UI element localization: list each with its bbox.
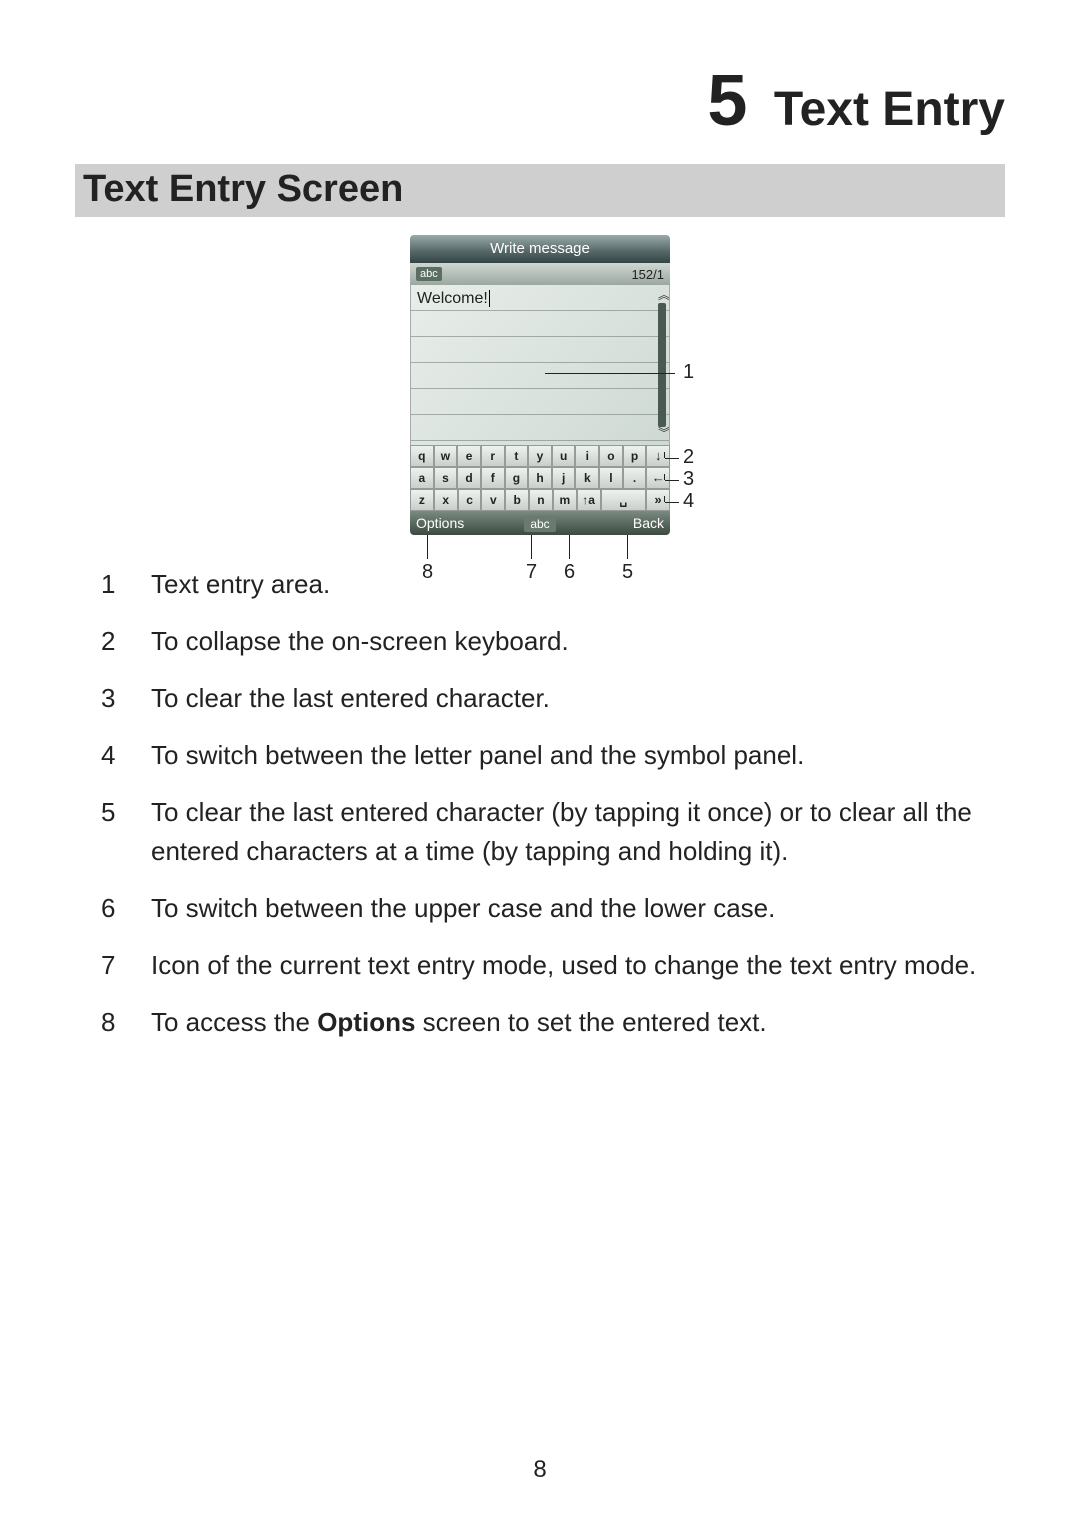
figure: Write message abc 152/1 Welcome! ︽ ︾ q w… [75, 235, 1005, 535]
key-j[interactable]: j [552, 467, 576, 489]
scroll-down-icon[interactable]: ︾ [658, 427, 666, 441]
softkey-mode[interactable]: abc [499, 515, 582, 531]
key-z[interactable]: z [410, 489, 434, 511]
legend-item: 1 Text entry area. [101, 565, 979, 604]
section-title: Text Entry Screen [75, 164, 1005, 217]
chapter-title: Text Entry [774, 82, 1005, 137]
key-i[interactable]: i [575, 445, 599, 467]
callout-3: 3 [683, 468, 694, 491]
char-counter: 152/1 [631, 267, 664, 282]
key-a[interactable]: a [410, 467, 434, 489]
page-number: 8 [0, 1456, 1080, 1484]
key-collapse[interactable]: ↓ [646, 445, 670, 467]
key-b[interactable]: b [505, 489, 529, 511]
key-r[interactable]: r [481, 445, 505, 467]
chapter-number: 5 [707, 60, 747, 142]
key-l[interactable]: l [599, 467, 623, 489]
legend-item: 7 Icon of the current text entry mode, u… [101, 946, 979, 985]
chapter-header: 5 Text Entry [75, 60, 1005, 142]
key-q[interactable]: q [410, 445, 434, 467]
callout-1: 1 [683, 361, 694, 384]
key-s[interactable]: s [434, 467, 458, 489]
softkey-bar: Options abc Back [410, 511, 670, 535]
keyboard-row-3: z x c v b n m ↑a ␣ » [410, 489, 670, 511]
legend-item: 4 To switch between the letter panel and… [101, 736, 979, 775]
key-e[interactable]: e [457, 445, 481, 467]
scrollbar[interactable]: ︽ ︾ [658, 289, 666, 441]
key-u[interactable]: u [552, 445, 576, 467]
legend-item: 8 To access the Options screen to set th… [101, 1003, 979, 1042]
key-h[interactable]: h [528, 467, 552, 489]
key-dot[interactable]: . [623, 467, 647, 489]
key-v[interactable]: v [481, 489, 505, 511]
key-backspace[interactable]: ← [646, 467, 670, 489]
key-k[interactable]: k [575, 467, 599, 489]
key-m[interactable]: m [553, 489, 577, 511]
legend-item: 2 To collapse the on-screen keyboard. [101, 622, 979, 661]
key-y[interactable]: y [528, 445, 552, 467]
key-g[interactable]: g [505, 467, 529, 489]
keyboard-row-2: a s d f g h j k l . ← [410, 467, 670, 489]
scroll-up-icon[interactable]: ︽ [658, 289, 666, 303]
phone-statusbar: abc 152/1 [410, 263, 670, 285]
key-shift[interactable]: ↑a [577, 489, 601, 511]
key-c[interactable]: c [458, 489, 482, 511]
phone-screenshot: Write message abc 152/1 Welcome! ︽ ︾ q w… [410, 235, 670, 535]
key-n[interactable]: n [529, 489, 553, 511]
key-t[interactable]: t [505, 445, 529, 467]
key-o[interactable]: o [599, 445, 623, 467]
legend-list: 1 Text entry area. 2 To collapse the on-… [101, 565, 979, 1042]
on-screen-keyboard[interactable]: q w e r t y u i o p ↓ a s d f g h j k [410, 445, 670, 511]
legend-item: 3 To clear the last entered character. [101, 679, 979, 718]
softkey-back[interactable]: Back [581, 515, 670, 531]
key-x[interactable]: x [434, 489, 458, 511]
keyboard-row-1: q w e r t y u i o p ↓ [410, 445, 670, 467]
key-symbols[interactable]: » [646, 489, 670, 511]
legend-item: 5 To clear the last entered character (b… [101, 793, 979, 871]
phone-titlebar: Write message [410, 235, 670, 263]
mode-badge: abc [416, 267, 442, 281]
legend-item: 6 To switch between the upper case and t… [101, 889, 979, 928]
key-space[interactable]: ␣ [601, 489, 647, 511]
softkey-options[interactable]: Options [410, 515, 499, 531]
entered-text: Welcome! [417, 290, 490, 307]
key-f[interactable]: f [481, 467, 505, 489]
callout-2: 2 [683, 446, 694, 469]
key-p[interactable]: p [623, 445, 647, 467]
key-w[interactable]: w [434, 445, 458, 467]
callout-4: 4 [683, 490, 694, 513]
key-d[interactable]: d [457, 467, 481, 489]
text-entry-area[interactable]: Welcome! ︽ ︾ [410, 285, 670, 445]
